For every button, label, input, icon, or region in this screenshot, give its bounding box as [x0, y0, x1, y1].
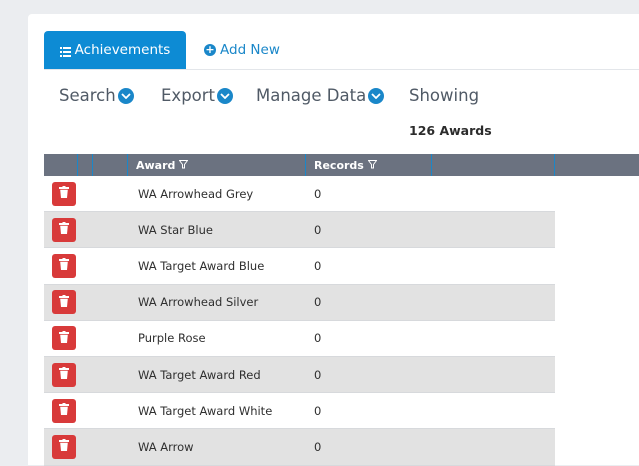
- award-cell: WA Star Blue: [138, 222, 213, 237]
- trash-icon: [59, 186, 69, 201]
- award-header-label: Award: [136, 158, 176, 172]
- trash-icon: [59, 222, 69, 237]
- award-cell: WA Target Award Red: [138, 367, 261, 382]
- records-cell: 0: [314, 295, 322, 310]
- records-cell: 0: [314, 403, 322, 418]
- trash-icon: [59, 403, 69, 418]
- table-row: WA Star Blue 0: [44, 212, 555, 249]
- records-cell: 0: [314, 367, 322, 382]
- delete-button[interactable]: [52, 434, 76, 459]
- export-dropdown[interactable]: Export: [161, 86, 234, 105]
- trash-icon: [59, 439, 69, 454]
- search-label: Search: [59, 86, 116, 105]
- filter-icon[interactable]: [367, 159, 378, 172]
- table-row: WA Target Award Red 0: [44, 356, 555, 394]
- delete-button[interactable]: [52, 326, 76, 351]
- chevron-down-icon: [368, 87, 385, 104]
- records-cell: 0: [314, 222, 322, 237]
- header-cell-select: [78, 154, 93, 176]
- add-new-link[interactable]: + Add New: [204, 31, 280, 69]
- records-cell: 0: [314, 331, 322, 346]
- table-row: WA Arrow 0: [44, 429, 555, 466]
- trash-icon: [59, 258, 69, 273]
- delete-button[interactable]: [52, 362, 76, 387]
- header-cell-extra: [93, 154, 128, 176]
- award-count: 126 Awards: [409, 123, 492, 138]
- toolbar: Search Export Manage Data Showing: [28, 86, 639, 110]
- table-body: WA Arrowhead Grey 0 WA Star Blue 0 WA Ta…: [44, 176, 555, 466]
- tab-bar: Achievements + Add New: [44, 31, 639, 70]
- table-row: WA Arrowhead Grey 0: [44, 176, 555, 213]
- manage-data-dropdown[interactable]: Manage Data: [256, 86, 385, 105]
- award-cell: WA Arrowhead Grey: [138, 186, 254, 201]
- award-cell: WA Target Award Blue: [138, 258, 265, 273]
- trash-icon: [59, 330, 69, 346]
- delete-button[interactable]: [52, 181, 76, 206]
- records-cell: 0: [314, 258, 322, 273]
- table-row: WA Target Award White 0: [44, 393, 555, 430]
- search-dropdown[interactable]: Search: [59, 86, 134, 105]
- chevron-down-icon: [217, 87, 234, 104]
- award-cell: WA Target Award White: [138, 403, 273, 418]
- table-row: Purple Rose 0: [44, 321, 555, 357]
- records-header-label: Records: [314, 158, 364, 172]
- trash-icon: [59, 367, 69, 382]
- showing-label: Showing: [409, 86, 480, 105]
- chevron-down-icon: [117, 87, 134, 104]
- table-row: WA Arrowhead Silver 0: [44, 284, 555, 321]
- records-column-header[interactable]: Records: [306, 154, 432, 176]
- tab-achievements[interactable]: Achievements: [44, 31, 186, 69]
- header-cell-actions: [44, 154, 78, 176]
- award-column-header[interactable]: Award: [128, 154, 306, 176]
- list-icon: [59, 45, 71, 57]
- award-cell: WA Arrow: [138, 439, 194, 454]
- delete-button[interactable]: [52, 398, 76, 423]
- header-cell-blank: [432, 154, 555, 176]
- delete-button[interactable]: [52, 253, 76, 278]
- award-cell: WA Arrowhead Silver: [138, 295, 259, 310]
- delete-button[interactable]: [52, 290, 76, 315]
- records-cell: 0: [314, 186, 322, 201]
- table-header: Award Records: [44, 154, 639, 176]
- trash-icon: [59, 294, 69, 310]
- filter-icon[interactable]: [178, 159, 189, 172]
- award-cell: Purple Rose: [138, 331, 206, 346]
- delete-button[interactable]: [52, 217, 76, 242]
- records-cell: 0: [314, 439, 322, 454]
- export-label: Export: [161, 86, 216, 105]
- add-new-label: Add New: [220, 42, 280, 58]
- plus-circle-icon: +: [204, 43, 216, 56]
- manage-data-label: Manage Data: [256, 86, 367, 105]
- tab-achievements-label: Achievements: [74, 42, 171, 58]
- table-row: WA Target Award Blue 0: [44, 248, 555, 285]
- main-panel: Achievements + Add New Search Export Man…: [28, 14, 639, 466]
